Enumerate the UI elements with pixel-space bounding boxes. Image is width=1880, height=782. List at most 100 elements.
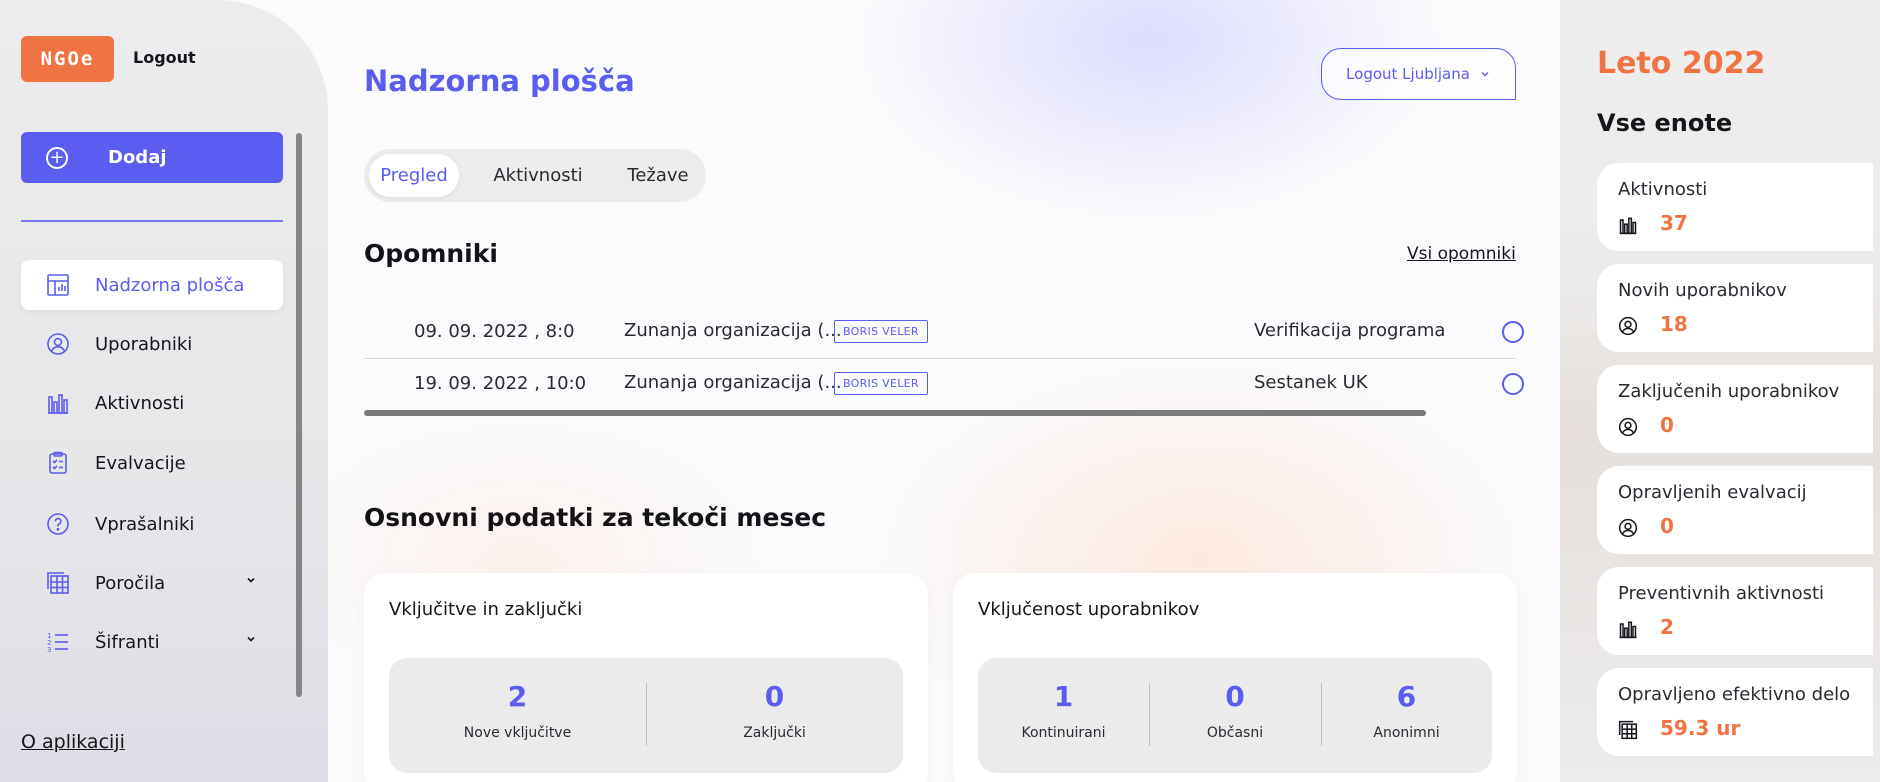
summary-panel: Leto 2022 Vse enote Aktivnosti 37 Novih … bbox=[1560, 0, 1880, 782]
monthly-title: Osnovni podatki za tekoči mesec bbox=[364, 503, 827, 532]
stat-label: Nove vključitve bbox=[463, 725, 572, 741]
sidebar-item-questionnaires[interactable]: Vprašalniki bbox=[21, 499, 283, 549]
stat-continuous: 1 Kontinuirani bbox=[978, 658, 1149, 773]
summary-card-title: Opravljenih evalvacij bbox=[1618, 482, 1807, 503]
stat-occasional: 0 Občasni bbox=[1149, 658, 1321, 773]
svg-text:3: 3 bbox=[47, 646, 51, 654]
location-dropdown-label: Logout Ljubljana bbox=[1346, 65, 1470, 83]
reminder-organization: Zunanja organizacija (... bbox=[624, 372, 842, 393]
summary-card-title: Preventivnih aktivnosti bbox=[1618, 583, 1825, 604]
sidebar-item-activities[interactable]: Aktivnosti bbox=[21, 378, 283, 428]
stats-panel: 2 Nove vključitve 0 Zaključki bbox=[389, 658, 903, 773]
stats-panel: 1 Kontinuirani 0 Občasni 6 Anonimni bbox=[978, 658, 1492, 773]
tab-activities[interactable]: Aktivnosti bbox=[459, 154, 617, 197]
reminders-title: Opomniki bbox=[364, 239, 498, 268]
sidebar: NGOe Logout + Dodaj Nadzorna plošča Upor… bbox=[0, 0, 328, 782]
stat-value: 2 bbox=[507, 680, 528, 713]
chevron-down-icon bbox=[1481, 72, 1489, 77]
summary-card-value: 0 bbox=[1660, 413, 1674, 437]
stat-value: 0 bbox=[764, 680, 785, 713]
sidebar-item-reports[interactable]: Poročila bbox=[21, 558, 283, 608]
table-row[interactable]: 19. 09. 2022 , 10:0 Zunanja organizacija… bbox=[364, 357, 1524, 409]
numbered-list-icon: 1 2 3 bbox=[45, 629, 71, 655]
summary-card-activities: Aktivnosti 37 bbox=[1597, 163, 1873, 251]
sidebar-divider bbox=[21, 220, 283, 222]
row-divider bbox=[364, 358, 1516, 359]
user-circle-icon bbox=[45, 331, 71, 357]
inclusions-card: Vključitve in zaključki 2 Nove vključitv… bbox=[364, 573, 928, 782]
horizontal-scrollbar[interactable] bbox=[364, 410, 1426, 416]
summary-card-title: Zaključenih uporabnikov bbox=[1618, 381, 1840, 402]
stat-value: 1 bbox=[1053, 680, 1074, 713]
summary-card-preventive: Preventivnih aktivnosti 2 bbox=[1597, 567, 1873, 655]
tab-overview[interactable]: Pregled bbox=[369, 154, 459, 197]
reminder-type: Verifikacija programa bbox=[1254, 320, 1446, 341]
stat-value: 6 bbox=[1396, 680, 1417, 713]
dashboard-icon bbox=[45, 272, 71, 298]
user-circle-icon bbox=[1618, 417, 1638, 437]
summary-card-value: 59.3 ur bbox=[1660, 716, 1741, 740]
logout-link[interactable]: Logout bbox=[133, 48, 196, 67]
chevron-down-icon bbox=[247, 577, 255, 583]
summary-card-title: Aktivnosti bbox=[1618, 179, 1708, 200]
location-dropdown-button[interactable]: Logout Ljubljana bbox=[1321, 48, 1516, 100]
sidebar-item-dashboard[interactable]: Nadzorna plošča bbox=[21, 260, 283, 310]
bar-chart-icon bbox=[45, 390, 71, 416]
summary-card-closed-users: Zaključenih uporabnikov 0 bbox=[1597, 365, 1873, 453]
units-title[interactable]: Vse enote bbox=[1597, 109, 1732, 137]
reminder-user-badge: BORIS VELER bbox=[834, 372, 928, 395]
reminder-organization: Zunanja organizacija (... bbox=[624, 320, 842, 341]
reminder-type: Sestanek UK bbox=[1254, 372, 1368, 393]
summary-card-value: 37 bbox=[1660, 211, 1688, 235]
table-icon bbox=[45, 570, 71, 596]
sidebar-item-label: Uporabniki bbox=[95, 333, 193, 355]
stat-new-inclusions: 2 Nove vključitve bbox=[389, 658, 646, 773]
summary-card-value: 0 bbox=[1660, 514, 1674, 538]
app-logo[interactable]: NGOe bbox=[21, 36, 114, 82]
season-title[interactable]: Leto 2022 bbox=[1597, 46, 1765, 81]
tab-issues[interactable]: Težave bbox=[617, 154, 699, 197]
about-link[interactable]: O aplikaciji bbox=[21, 731, 125, 753]
user-circle-icon bbox=[1618, 518, 1638, 538]
bar-chart-icon bbox=[1619, 217, 1637, 235]
reminder-user-badge: BORIS VELER bbox=[834, 320, 928, 343]
table-icon bbox=[1618, 720, 1638, 740]
all-reminders-link[interactable]: Vsi opomniki bbox=[1407, 244, 1516, 264]
sidebar-item-label: Aktivnosti bbox=[95, 392, 185, 414]
sidebar-item-users[interactable]: Uporabniki bbox=[21, 319, 283, 369]
reminder-date: 19. 09. 2022 , 10:0 bbox=[414, 373, 587, 394]
stat-anonymous: 6 Anonimni bbox=[1321, 658, 1492, 773]
sidebar-item-codebooks[interactable]: 1 2 3 Šifranti bbox=[21, 617, 283, 667]
card-title: Vključenost uporabnikov bbox=[978, 599, 1200, 620]
sidebar-scrollbar[interactable] bbox=[296, 133, 302, 697]
stat-value: 0 bbox=[1225, 680, 1245, 713]
add-circle-icon[interactable] bbox=[1502, 321, 1524, 343]
tab-bar: Pregled Aktivnosti Težave bbox=[364, 149, 706, 202]
summary-card-title: Opravljeno efektivno delo bbox=[1618, 684, 1851, 705]
sidebar-item-evaluations[interactable]: Evalvacije bbox=[21, 438, 283, 488]
card-title: Vključitve in zaključki bbox=[389, 599, 583, 620]
sidebar-item-label: Vprašalniki bbox=[95, 513, 195, 535]
add-circle-icon[interactable] bbox=[1502, 373, 1524, 395]
bar-chart-icon bbox=[1619, 621, 1637, 639]
reminder-date: 09. 09. 2022 , 8:0 bbox=[414, 321, 575, 342]
stat-label: Zaključki bbox=[743, 725, 806, 741]
sidebar-item-label: Poročila bbox=[95, 572, 166, 594]
summary-card-title: Novih uporabnikov bbox=[1618, 280, 1787, 301]
page-title: Nadzorna plošča bbox=[364, 64, 635, 98]
stat-label: Anonimni bbox=[1373, 725, 1440, 741]
sidebar-item-label: Šifranti bbox=[95, 631, 160, 653]
user-circle-icon bbox=[1618, 316, 1638, 336]
stat-label: Kontinuirani bbox=[1021, 725, 1106, 741]
sidebar-item-label: Nadzorna plošča bbox=[95, 274, 245, 296]
chevron-down-icon bbox=[247, 636, 255, 642]
clipboard-icon bbox=[45, 450, 71, 476]
table-row[interactable]: 09. 09. 2022 , 8:0 Zunanja organizacija … bbox=[364, 305, 1524, 357]
stat-closures: 0 Zaključki bbox=[646, 658, 903, 773]
plus-circle-icon: + bbox=[46, 146, 68, 169]
stat-label: Občasni bbox=[1206, 725, 1264, 741]
summary-card-effective-work: Opravljeno efektivno delo 59.3 ur bbox=[1597, 668, 1873, 756]
user-involvement-card: Vključenost uporabnikov 1 Kontinuirani 0… bbox=[953, 573, 1517, 782]
question-icon bbox=[45, 511, 71, 537]
add-button[interactable]: + Dodaj bbox=[21, 132, 283, 183]
